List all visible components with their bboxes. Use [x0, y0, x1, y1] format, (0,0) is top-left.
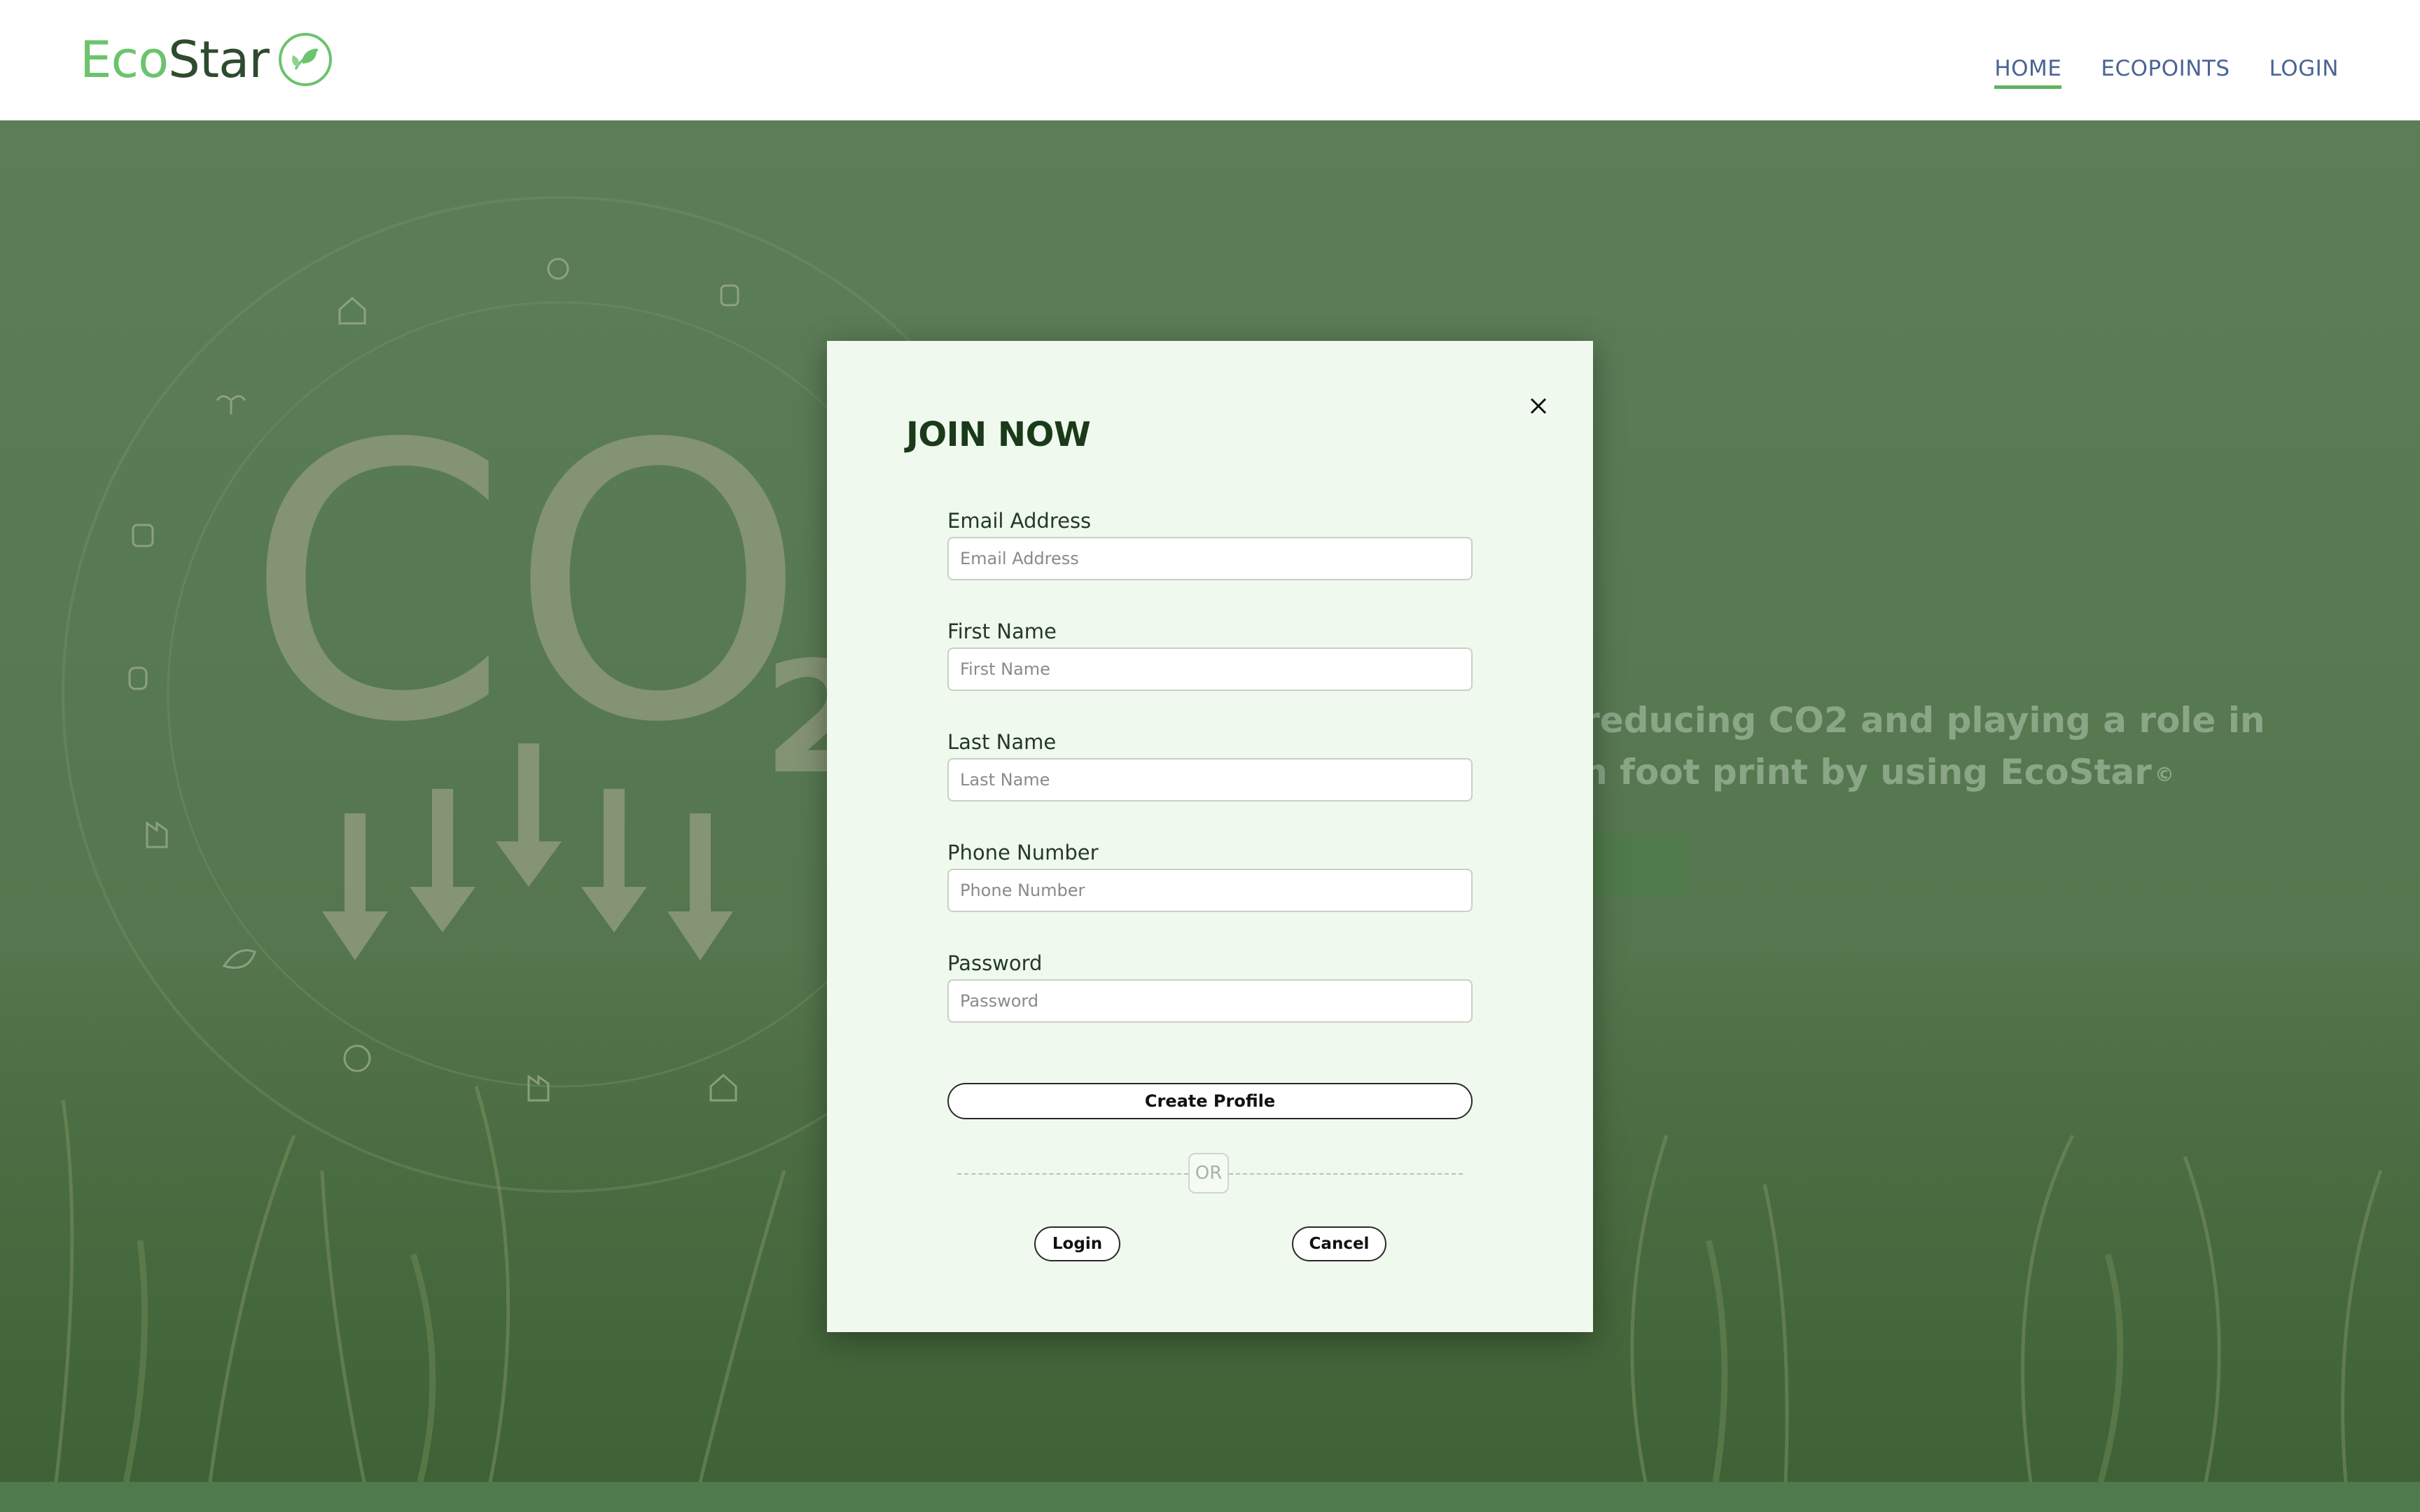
site-header: EcoStar HOME ECOPOINTS LOGIN [0, 0, 2420, 120]
logo-star-text: Star [168, 30, 270, 89]
logo-wordmark: EcoStar [80, 30, 270, 89]
hero-tagline-line2-row: bon foot print by using EcoStar © [1534, 746, 2374, 801]
login-button[interactable]: Login [1034, 1226, 1120, 1261]
nav-login-link[interactable]: LOGIN [2269, 56, 2339, 89]
or-badge: OR [1188, 1153, 1229, 1194]
main-nav: HOME ECOPOINTS LOGIN [1994, 56, 2339, 89]
email-field-group: Email Address [947, 509, 1473, 580]
hero-tagline-line2: bon foot print by using EcoStar [1534, 752, 2152, 792]
email-label: Email Address [947, 509, 1092, 533]
modal-title: JOIN NOW [906, 415, 1091, 454]
first-name-field-group: First Name [947, 620, 1473, 691]
phone-number-label: Phone Number [947, 841, 1099, 864]
leaf-icon [278, 33, 332, 86]
logo-eco-text: Eco [80, 30, 169, 89]
hero-tagline-line1: in reducing CO2 and playing a role in [1534, 700, 2265, 741]
last-name-field-group: Last Name [947, 730, 1473, 802]
join-now-modal: JOIN NOW Email Address First Name Last N… [827, 341, 1593, 1332]
co2-letters: CO [245, 365, 807, 805]
first-name-input[interactable] [947, 648, 1473, 691]
email-input[interactable] [947, 537, 1473, 580]
first-name-label: First Name [947, 620, 1057, 643]
password-label: Password [947, 951, 1043, 975]
password-input[interactable] [947, 979, 1473, 1023]
cancel-button[interactable]: Cancel [1292, 1226, 1386, 1261]
trademark-symbol: © [2154, 762, 2174, 786]
create-profile-button[interactable]: Create Profile [947, 1083, 1473, 1119]
nav-ecopoints-link[interactable]: ECOPOINTS [2101, 56, 2230, 89]
close-icon[interactable] [1524, 392, 1552, 420]
or-divider: OR [957, 1153, 1463, 1194]
or-divider-line-right [1229, 1173, 1463, 1175]
nav-home-link[interactable]: HOME [1994, 56, 2062, 89]
phone-number-input[interactable] [947, 869, 1473, 912]
or-divider-line-left [957, 1173, 1188, 1175]
password-field-group: Password [947, 951, 1473, 1023]
last-name-input[interactable] [947, 758, 1473, 802]
phone-number-field-group: Phone Number [947, 841, 1473, 912]
hero-tagline: in reducing CO2 and playing a role in bo… [1534, 694, 2374, 801]
ecostar-logo[interactable]: EcoStar [80, 28, 332, 91]
footer-bar [0, 1482, 2420, 1512]
last-name-label: Last Name [947, 730, 1057, 754]
